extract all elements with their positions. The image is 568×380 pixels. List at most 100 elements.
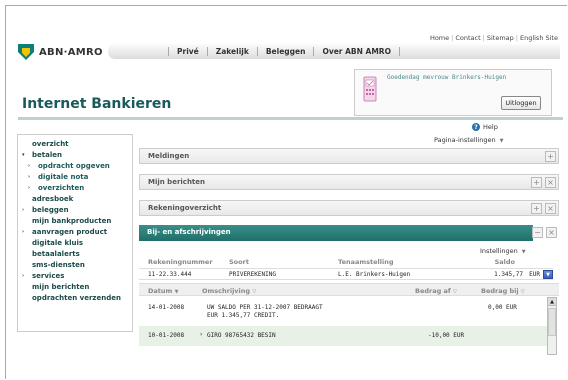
chevron-down-icon: ▼	[521, 249, 526, 255]
sort-desc-icon: ▼	[174, 289, 179, 295]
sidebar-item-label: betalen	[32, 151, 62, 159]
close-icon[interactable]: ×	[545, 203, 556, 214]
nav-zakelijk[interactable]: Zakelijk	[206, 47, 257, 56]
top-links: Home | Contact | Sitemap | English Site	[429, 34, 558, 42]
sort-icon: ▽	[520, 289, 525, 295]
greeting-text: Goedendag mevrouw Brinkers-Huigen	[387, 74, 507, 81]
chevron-right-icon: ›	[22, 207, 25, 213]
account-number: 11-22.33.444	[148, 271, 192, 278]
col-rekeningnummer: Rekeningnummer	[148, 258, 213, 266]
chevron-right-icon: ›	[28, 185, 31, 191]
sidebar-item-label: mijn bankproducten	[32, 217, 112, 225]
col-datum-label: Datum	[148, 287, 173, 295]
sidebar-item-label: beleggen	[32, 206, 69, 214]
col-datum[interactable]: Datum ▼	[148, 287, 178, 295]
sidebar-item-label: opdrachten verzenden	[32, 294, 121, 302]
transactions-scrollbar[interactable]: ▲	[547, 297, 557, 355]
link-home[interactable]: Home	[430, 34, 449, 42]
expand-icon[interactable]: +	[531, 177, 542, 188]
panel-title-rekeningoverzicht: Rekeningoverzicht	[148, 204, 222, 212]
sidebar-item-services[interactable]: › services	[18, 271, 132, 282]
sidebar-item-label: mijn berichten	[32, 283, 90, 291]
transactions-header: Datum ▼ Omschrijving ▽ Bedrag af ▽ Bedra…	[139, 283, 559, 296]
close-icon[interactable]: ×	[546, 227, 557, 238]
col-saldo: Saldo	[494, 258, 515, 266]
sidebar-item-betaalalerts[interactable]: betaalalerts	[18, 249, 132, 260]
chevron-right-icon: ›	[28, 163, 31, 169]
phone-calendar-icon	[363, 76, 377, 102]
col-omschrijving[interactable]: Omschrijving ▽	[202, 287, 256, 295]
link-sitemap[interactable]: Sitemap	[487, 34, 514, 42]
link-contact[interactable]: Contact	[455, 34, 480, 42]
panel-title-bij-af: Bij- en afschrijvingen	[147, 228, 231, 236]
sidebar-item-beleggen[interactable]: › beleggen	[18, 205, 132, 216]
sidebar-item-label: opdracht opgeven	[38, 162, 110, 170]
sidebar-item-opdracht-opgeven[interactable]: › opdracht opgeven	[18, 161, 132, 172]
col-bedrag-af-label: Bedrag af	[415, 287, 451, 295]
sidebar-item-mijn-bankproducten[interactable]: mijn bankproducten	[18, 216, 132, 227]
expand-icon[interactable]: +	[531, 203, 542, 214]
panel-meldingen[interactable]: Meldingen +	[139, 148, 559, 164]
sidebar-item-label: digitale kluis	[32, 239, 84, 247]
sidebar-item-opdrachten-verzenden[interactable]: opdrachten verzenden	[18, 293, 132, 304]
page-settings-menu[interactable]: Pagina-instellingen ▼	[434, 136, 504, 144]
col-bedrag-bij[interactable]: Bedrag bij ▽	[481, 287, 525, 295]
account-type: PRIVEREKENING	[229, 271, 276, 278]
expand-icon[interactable]: +	[545, 151, 556, 162]
nav-prive[interactable]: Privé	[168, 47, 207, 56]
collapse-icon[interactable]: −	[532, 227, 543, 238]
account-select-dropdown[interactable]: ▼	[543, 270, 553, 279]
chevron-right-icon: ›	[22, 229, 25, 235]
panel-mijn-berichten[interactable]: Mijn berichten + ×	[139, 174, 559, 190]
chevron-down-icon: ▾	[22, 152, 25, 158]
title-divider	[18, 117, 563, 120]
sidebar-item-betalen[interactable]: ▾ betalen	[18, 150, 132, 161]
link-english-site[interactable]: English Site	[520, 34, 558, 42]
sidebar-item-overzicht[interactable]: overzicht	[18, 139, 132, 150]
nav-over-abn-amro[interactable]: Over ABN AMRO	[313, 47, 399, 56]
transaction-row[interactable]: 14-01-2008 UW SALDO PER 31-12-2007 BEDRA…	[139, 300, 547, 324]
sort-icon: ▽	[252, 289, 257, 295]
sidebar-item-aanvragen-product[interactable]: › aanvragen product	[18, 227, 132, 238]
col-soort: Soort	[229, 258, 249, 266]
help-label: Help	[483, 123, 498, 131]
tx-date: 14-01-2008	[148, 304, 185, 311]
help-link[interactable]: ? Help	[472, 123, 498, 131]
nav-beleggen[interactable]: Beleggen	[256, 47, 314, 56]
sidebar-item-overzichten[interactable]: › overzichten	[18, 183, 132, 194]
scroll-up-icon[interactable]: ▲	[548, 298, 556, 306]
account-row[interactable]: 11-22.33.444 PRIVEREKENING L.E. Brinkers…	[139, 268, 553, 280]
transaction-row[interactable]: 10-01-2008 › GIRO 98765432 BESIN -10,00 …	[139, 326, 547, 346]
expand-row-icon[interactable]: ›	[200, 331, 202, 338]
col-bedrag-af[interactable]: Bedrag af ▽	[415, 287, 457, 295]
sidebar-menu: overzicht ▾ betalen › opdracht opgeven › digit…	[17, 134, 133, 332]
chevron-right-icon: ›	[22, 273, 25, 279]
close-icon[interactable]: ×	[545, 177, 556, 188]
tx-description-line2: EUR 1.345,77 CREDIT.	[207, 312, 280, 319]
col-bedrag-bij-label: Bedrag bij	[481, 287, 519, 295]
logout-button[interactable]: Uitloggen	[501, 96, 541, 110]
sidebar-item-sms-diensten[interactable]: sms-diensten	[18, 260, 132, 271]
panel-bij-afschrijvingen: Bij- en afschrijvingen − ×	[139, 225, 559, 241]
account-balance: 1.345,77	[494, 271, 523, 278]
sidebar-item-mijn-berichten[interactable]: mijn berichten	[18, 282, 132, 293]
col-omschrijving-label: Omschrijving	[202, 287, 251, 295]
sidebar-item-label: aanvragen product	[32, 228, 108, 236]
page-title: Internet Bankieren	[22, 96, 172, 112]
scroll-thumb[interactable]	[548, 308, 556, 336]
panel-title-meldingen: Meldingen	[148, 152, 190, 160]
sidebar-item-label: overzichten	[38, 184, 85, 192]
sidebar-item-label: services	[32, 272, 65, 280]
abn-amro-logo[interactable]: ABN·AMRO	[18, 43, 118, 61]
chevron-down-icon: ▼	[499, 138, 504, 144]
instellingen-menu[interactable]: Instellingen ▼	[480, 247, 526, 255]
nav-divider	[398, 47, 400, 56]
sidebar-item-digitale-kluis[interactable]: digitale kluis	[18, 238, 132, 249]
sidebar-item-label: betaalalerts	[32, 250, 80, 258]
tx-description-line1: UW SALDO PER 31-12-2007 BEDRAAGT	[207, 304, 323, 311]
sidebar-item-adresboek[interactable]: adresboek	[18, 194, 132, 205]
account-currency: EUR	[529, 271, 540, 278]
help-icon: ?	[472, 123, 480, 131]
panel-rekeningoverzicht[interactable]: Rekeningoverzicht + ×	[139, 200, 559, 216]
sidebar-item-digitale-nota[interactable]: › digitale nota	[18, 172, 132, 183]
